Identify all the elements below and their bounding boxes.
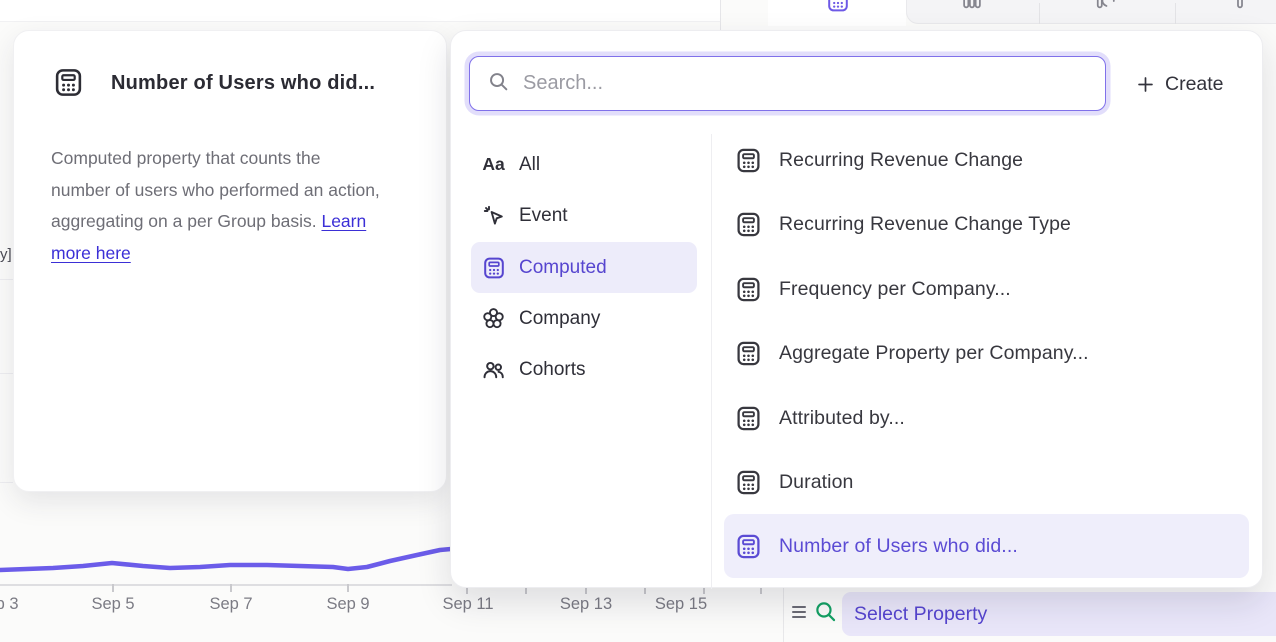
category-label: All — [519, 154, 540, 176]
property-label: Duration — [779, 471, 854, 494]
top-bar-fragment — [0, 0, 720, 22]
axis-tick — [112, 584, 114, 592]
property-search-icon[interactable] — [813, 599, 838, 629]
app-screen: y] — [0, 0, 1276, 642]
category-event[interactable]: Event — [471, 190, 697, 241]
clipped-text-fragment: y] — [0, 246, 11, 263]
axis-tick — [347, 584, 349, 592]
description-line: Computed property that counts the — [51, 143, 423, 175]
calculator-icon — [481, 255, 506, 280]
tab-computed-active[interactable] — [768, 0, 906, 26]
search-box — [469, 56, 1106, 111]
property-picker-popover: Create Aa All Event — [450, 30, 1263, 588]
x-tick-label: Sep 15 — [639, 595, 723, 614]
category-label: Cohorts — [519, 359, 586, 381]
cohorts-people-icon — [481, 357, 506, 382]
calculator-icon — [735, 533, 762, 560]
calculator-icon — [826, 0, 850, 13]
panel-border — [783, 588, 784, 642]
x-tick-label: Sep 11 — [426, 595, 510, 614]
calculator-icon — [735, 405, 762, 432]
learn-more-link[interactable]: more here — [51, 243, 131, 263]
property-label: Aggregate Property per Company... — [779, 342, 1089, 365]
axis-tick — [466, 588, 468, 594]
calculator-icon — [735, 276, 762, 303]
calculator-icon — [735, 211, 762, 238]
select-property-label: Select Property — [842, 592, 1276, 636]
tooltip-title: Number of Users who did... — [111, 72, 375, 95]
x-axis — [0, 584, 452, 586]
description-line: number of users who performed an action, — [51, 175, 423, 207]
property-label: Number of Users who did... — [779, 535, 1018, 558]
x-tick-label: Sep 5 — [71, 595, 155, 614]
tab-separator — [1175, 3, 1176, 24]
search-icon — [487, 70, 510, 98]
calculator-icon — [735, 340, 762, 367]
property-label: Recurring Revenue Change Type — [779, 213, 1071, 236]
drag-handle-icon[interactable] — [792, 606, 806, 618]
x-tick-label: Sep 3 — [0, 595, 39, 614]
calculator-icon — [735, 147, 762, 174]
x-tick-label: Sep 7 — [189, 595, 273, 614]
category-all[interactable]: Aa All — [471, 139, 697, 190]
Aa-icon: Aa — [481, 152, 506, 177]
tab-marker[interactable] — [1229, 0, 1251, 13]
property-list-item[interactable]: Duration — [724, 450, 1249, 514]
select-property-button[interactable]: Select Property — [842, 592, 1276, 636]
category-label: Company — [519, 308, 600, 330]
property-label: Frequency per Company... — [779, 278, 1011, 301]
trend-line — [0, 548, 462, 570]
property-list-item-selected[interactable]: Number of Users who did... — [724, 514, 1249, 578]
category-list-divider — [711, 134, 712, 589]
plus-icon — [1136, 75, 1155, 94]
search-input[interactable] — [510, 57, 1105, 110]
tooltip-description: Computed property that counts the number… — [51, 143, 423, 269]
x-tick-label: Sep 13 — [544, 595, 628, 614]
event-cursor-icon — [481, 203, 506, 228]
create-button-label: Create — [1165, 73, 1224, 96]
description-line: more here — [51, 238, 423, 270]
category-computed[interactable]: Computed — [471, 242, 697, 293]
category-label: Computed — [519, 257, 607, 279]
tab-columns[interactable] — [961, 0, 983, 13]
x-tick-label: Sep 9 — [306, 595, 390, 614]
property-label: Recurring Revenue Change — [779, 149, 1023, 172]
calculator-icon — [735, 469, 762, 496]
property-label: Attributed by... — [779, 407, 905, 430]
tab-retention-loop[interactable] — [1095, 0, 1117, 13]
left-panel-divider — [0, 279, 13, 280]
description-line: aggregating on a per Group basis. Learn — [51, 206, 423, 238]
company-clover-icon — [481, 306, 506, 331]
axis-tick — [230, 584, 232, 592]
category-company[interactable]: Company — [471, 293, 697, 344]
axis-tick — [760, 588, 762, 594]
property-tooltip-card: Number of Users who did... Computed prop… — [13, 30, 447, 492]
tab-separator — [1039, 3, 1040, 24]
axis-tick — [644, 588, 646, 594]
property-list-item[interactable]: Frequency per Company... — [724, 257, 1249, 321]
axis-tick — [703, 588, 705, 594]
trend-chart — [0, 538, 462, 590]
create-button[interactable]: Create — [1136, 69, 1224, 99]
category-label: Event — [519, 205, 568, 227]
calculator-icon — [53, 67, 84, 103]
left-panel-divider — [0, 482, 13, 483]
left-panel-divider — [0, 373, 13, 374]
panel-border — [720, 0, 721, 30]
property-list-item[interactable]: Recurring Revenue Change — [724, 128, 1249, 192]
axis-tick — [585, 588, 587, 594]
property-list-item[interactable]: Attributed by... — [724, 386, 1249, 450]
category-cohorts[interactable]: Cohorts — [471, 344, 697, 395]
axis-tick — [525, 588, 527, 594]
learn-more-link[interactable]: Learn — [321, 211, 366, 231]
property-list-item[interactable]: Recurring Revenue Change Type — [724, 192, 1249, 256]
property-list-item[interactable]: Aggregate Property per Company... — [724, 321, 1249, 385]
